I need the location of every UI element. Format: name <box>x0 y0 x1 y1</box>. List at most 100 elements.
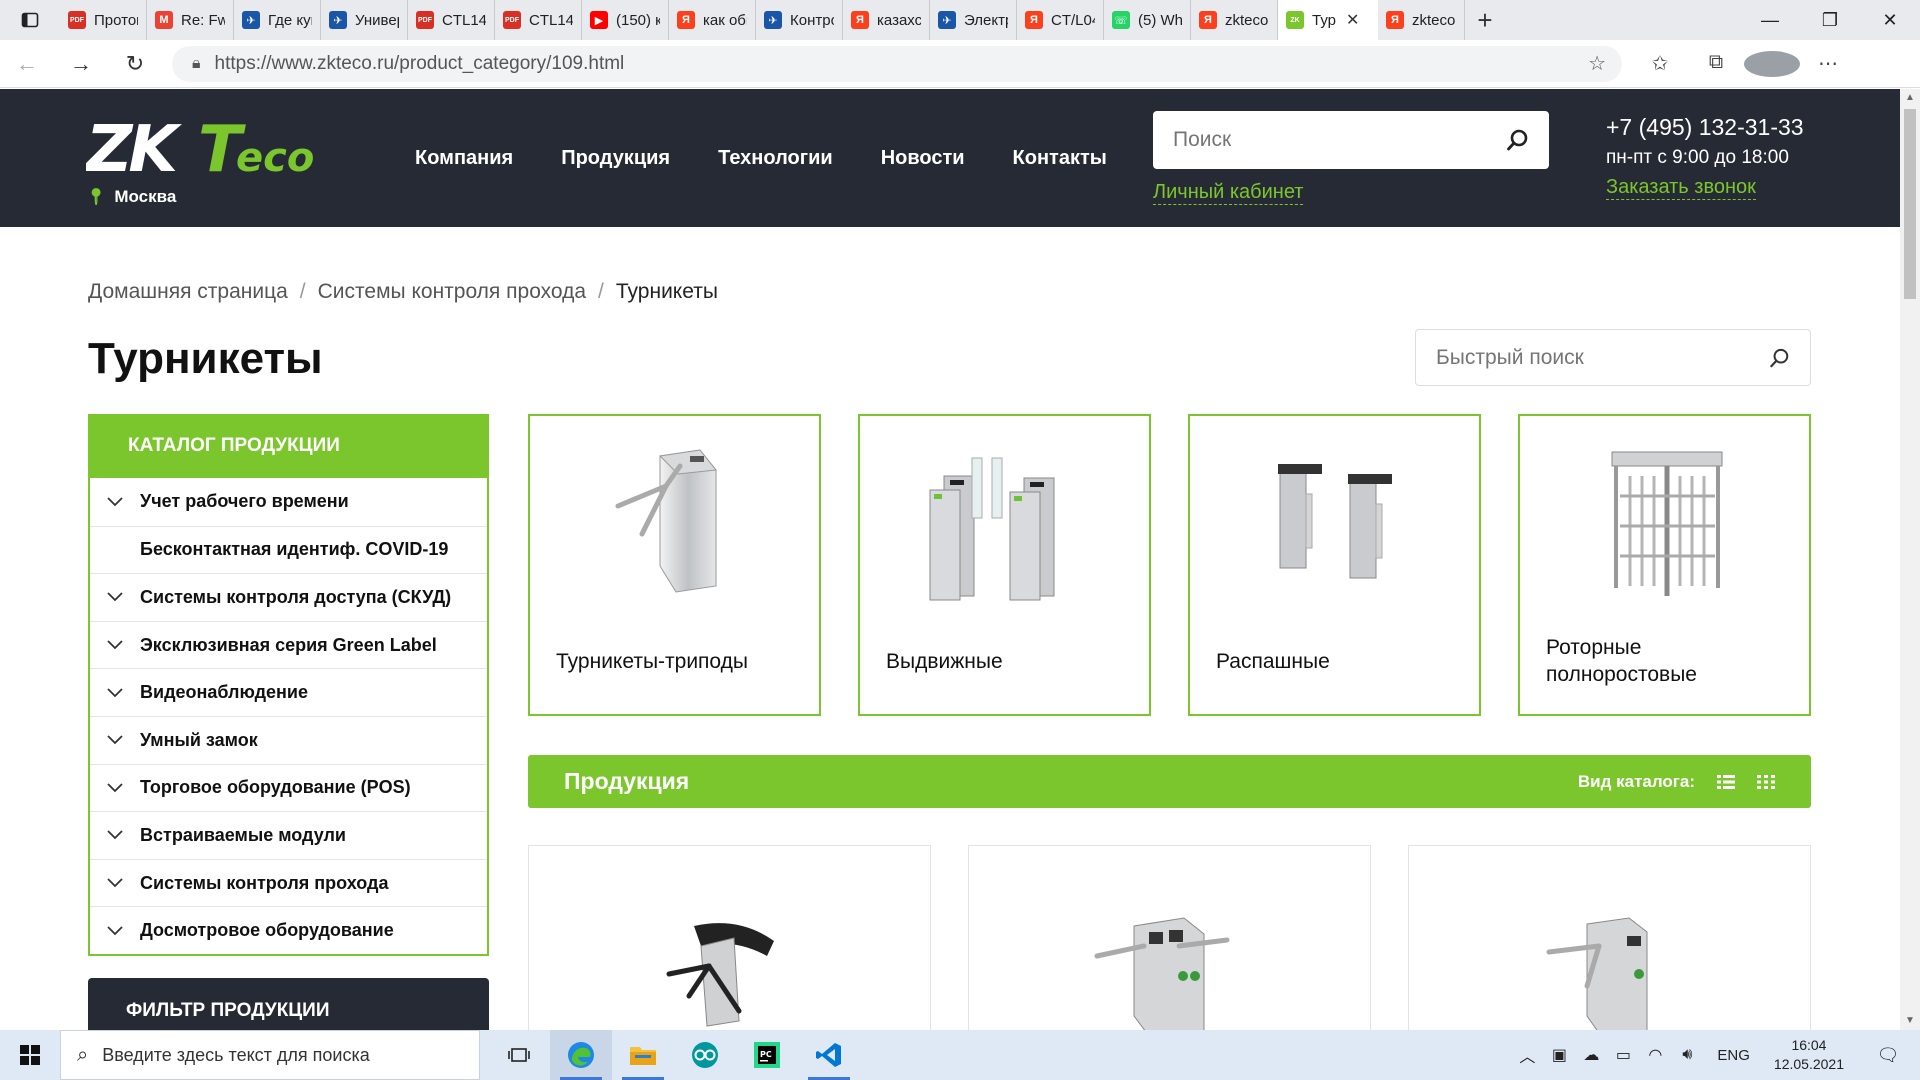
browser-tab[interactable]: Яказахстан <box>843 0 930 40</box>
header-search-input[interactable] <box>1173 128 1507 152</box>
pycharm-button[interactable]: PC <box>736 1030 798 1080</box>
close-tab-icon[interactable]: ✕ <box>1346 10 1359 30</box>
arduino-button[interactable] <box>674 1030 736 1080</box>
category-card-tripod[interactable]: Турникеты-триподы <box>528 414 821 716</box>
browser-tab[interactable]: Яzkteco т <box>1191 0 1278 40</box>
catalog-item[interactable]: Встраиваемые модули <box>90 811 487 859</box>
file-explorer-button[interactable] <box>612 1030 674 1080</box>
device-icon[interactable]: ▣ <box>1543 1045 1575 1065</box>
tab-actions-button[interactable] <box>0 0 60 40</box>
browser-tab[interactable]: Я CT/L04 <box>1017 0 1104 40</box>
grid-view-icon[interactable] <box>1757 774 1775 789</box>
list-view-icon[interactable] <box>1717 774 1735 789</box>
clock[interactable]: 16:04 12.05.2021 <box>1774 1036 1844 1074</box>
taskbar-search-placeholder: Введите здесь текст для поиска <box>102 1044 370 1065</box>
forward-button[interactable]: → <box>54 51 108 77</box>
scrollbar-thumb[interactable] <box>1904 109 1916 299</box>
page-scrollbar[interactable]: ▲ ▼ <box>1900 89 1920 1030</box>
wifi-icon[interactable]: ◠ <box>1639 1045 1671 1065</box>
catalog-item[interactable]: Системы контроля доступа (СКУД) <box>90 573 487 621</box>
chevron-down-icon[interactable] <box>90 827 140 843</box>
browser-tab[interactable]: ✈ Контроль <box>756 0 843 40</box>
minimize-icon[interactable]: — <box>1740 10 1800 31</box>
catalog-item[interactable]: Системы контроля прохода <box>90 858 487 907</box>
product-filter-header[interactable]: ФИЛЬТР ПРОДУКЦИИ <box>88 978 489 1038</box>
chevron-down-icon[interactable] <box>90 637 140 653</box>
language-indicator[interactable]: ENG <box>1717 1047 1750 1064</box>
search-icon[interactable] <box>1770 348 1790 368</box>
breadcrumb: Домашняя страница / Системы контроля про… <box>88 280 730 304</box>
browser-tab[interactable]: Яzkteco т <box>1378 0 1465 40</box>
battery-icon[interactable]: ▭ <box>1607 1045 1639 1065</box>
taskbar-search[interactable]: ⌕ Введите здесь текст для поиска <box>60 1030 480 1080</box>
nav-link[interactable]: Новости <box>881 147 965 170</box>
nav-link[interactable]: Технологии <box>718 147 833 170</box>
phone-number[interactable]: +7 (495) 132-31-33 <box>1606 114 1804 141</box>
edge-taskbar-button[interactable] <box>550 1030 612 1080</box>
profile-button[interactable] <box>1744 50 1800 77</box>
more-menu-icon[interactable]: ⋯ <box>1800 51 1856 77</box>
chevron-down-icon[interactable] <box>90 875 140 891</box>
browser-tab[interactable]: ✈ Электронные <box>930 0 1017 40</box>
refresh-button[interactable]: ↻ <box>108 51 162 77</box>
product-card[interactable] <box>528 845 931 1035</box>
browser-tab[interactable]: ▶ (150) как <box>582 0 669 40</box>
breadcrumb-parent[interactable]: Системы контроля прохода <box>318 280 586 304</box>
request-callback-link[interactable]: Заказать звонок <box>1606 176 1756 200</box>
category-card-swing[interactable]: Распашные <box>1188 414 1481 716</box>
chevron-down-icon[interactable] <box>90 780 140 796</box>
browser-tab[interactable]: PDF CTL14_A <box>495 0 582 40</box>
scroll-down-icon[interactable]: ▼ <box>1900 1012 1920 1030</box>
favorites-icon[interactable]: ✩ <box>1632 51 1688 77</box>
collections-icon[interactable]: ⧉ <box>1688 51 1744 77</box>
vscode-button[interactable] <box>798 1030 860 1080</box>
catalog-item[interactable]: Эксклюзивная серия Green Label <box>90 620 487 669</box>
url-field[interactable]: 🔒︎ https://www.zkteco.ru/product_categor… <box>172 45 1622 82</box>
browser-tab[interactable]: PDF CTL14_T <box>408 0 495 40</box>
start-button[interactable] <box>0 1045 60 1065</box>
add-favorite-icon[interactable]: ☆ <box>1588 51 1606 76</box>
category-card-rotor[interactable]: Роторные полноростовые <box>1518 414 1811 716</box>
browser-tab[interactable]: PDF Протоколы <box>60 0 147 40</box>
new-tab-button[interactable]: + <box>1465 5 1505 36</box>
category-card-sliding[interactable]: Выдвижные <box>858 414 1151 716</box>
catalog-item[interactable]: Видеонаблюдение <box>90 668 487 716</box>
breadcrumb-home[interactable]: Домашняя страница <box>88 280 288 304</box>
onedrive-icon[interactable]: ☁ <box>1575 1045 1607 1065</box>
browser-tab[interactable]: M Re: Fwd <box>147 0 234 40</box>
volume-icon[interactable]: 🔊︎ <box>1671 1046 1703 1064</box>
catalog-item[interactable]: Умный замок <box>90 715 487 764</box>
nav-link[interactable]: Компания <box>415 147 513 170</box>
maximize-icon[interactable]: ❐ <box>1800 10 1860 31</box>
personal-account-link[interactable]: Личный кабинет <box>1153 181 1304 205</box>
chevron-down-icon[interactable] <box>90 732 140 748</box>
catalog-item[interactable]: Торговое оборудование (POS) <box>90 763 487 812</box>
nav-link[interactable]: Продукция <box>561 147 670 170</box>
task-view-button[interactable] <box>488 1030 550 1080</box>
catalog-item[interactable]: Досмотровое оборудование <box>90 906 487 954</box>
show-hidden-icons-icon[interactable]: ︿ <box>1511 1043 1543 1067</box>
zkteco-logo[interactable]: ZK T eco <box>86 111 338 179</box>
close-window-icon[interactable]: ✕ <box>1860 10 1920 31</box>
search-icon[interactable] <box>1507 129 1529 151</box>
browser-tab[interactable]: ✈ Универсальные <box>321 0 408 40</box>
notifications-icon[interactable]: 🗨︎ <box>1866 1045 1910 1066</box>
nav-link[interactable]: Контакты <box>1013 147 1107 170</box>
catalog-item[interactable]: Учет рабочего времени <box>90 478 487 526</box>
lock-icon[interactable]: 🔒︎ <box>192 55 201 73</box>
city-selector[interactable]: 📍︎ Москва <box>86 187 176 207</box>
browser-tab[interactable]: ZK Тур ✕ <box>1278 0 1378 40</box>
chevron-down-icon[interactable] <box>90 494 140 510</box>
scroll-up-icon[interactable]: ▲ <box>1900 89 1920 107</box>
browser-tab[interactable]: Якак обновить <box>669 0 756 40</box>
product-card[interactable] <box>1408 845 1811 1035</box>
product-card[interactable] <box>968 845 1371 1035</box>
chevron-down-icon[interactable] <box>90 589 140 605</box>
catalog-item[interactable]: Бесконтактная идентиф. COVID-19 <box>90 525 487 574</box>
browser-tab[interactable]: ✈ Где купить <box>234 0 321 40</box>
quick-search-input[interactable] <box>1436 345 1770 370</box>
chevron-down-icon[interactable] <box>90 923 140 939</box>
back-button[interactable]: ← <box>0 51 54 77</box>
browser-tab[interactable]: ☏ (5) What <box>1104 0 1191 40</box>
chevron-down-icon[interactable] <box>90 685 140 701</box>
